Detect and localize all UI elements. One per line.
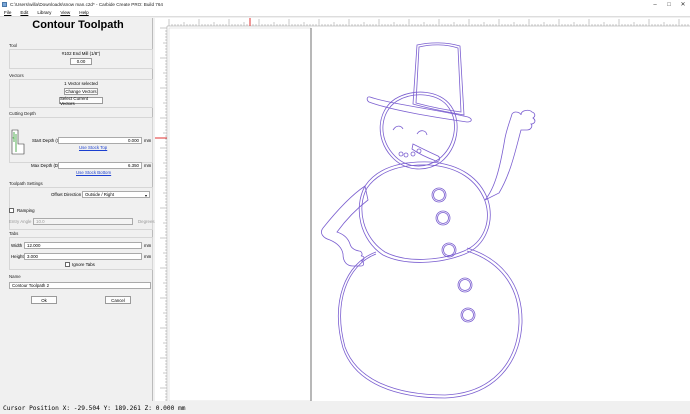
window-title: C:\Users\willa\Downloads\snow man.c2d* -… xyxy=(10,2,163,7)
tab-width-label: Width xyxy=(11,243,23,248)
use-stock-top-link[interactable]: Use Stock Top xyxy=(79,145,107,150)
horizontal-ruler xyxy=(167,18,690,27)
entry-angle-label: Entry Angle xyxy=(9,219,32,224)
contour-toolpath-panel: Contour Toolpath Tool #102 End Mill (1/8… xyxy=(3,18,155,401)
maximize-icon[interactable]: □ xyxy=(662,0,676,9)
tool-select-button[interactable]: 0.00 xyxy=(70,58,92,65)
use-stock-bottom-link[interactable]: Use Stock Bottom xyxy=(76,170,111,175)
depth-diagram-icon: S xyxy=(11,129,25,155)
tab-height-input[interactable]: 3.000 xyxy=(24,253,142,260)
entry-angle-input[interactable]: 10.0 xyxy=(33,218,133,225)
menu-edit[interactable]: Edit xyxy=(20,10,28,15)
ok-button[interactable]: Ok xyxy=(31,296,57,304)
cancel-button[interactable]: Cancel xyxy=(105,296,131,304)
ramping-checkbox[interactable] xyxy=(9,208,14,213)
ramping-label: Ramping xyxy=(17,208,35,213)
app-icon xyxy=(2,2,7,7)
change-vectors-button[interactable]: Change Vectors xyxy=(64,88,98,95)
tab-width-input[interactable]: 12.000 xyxy=(24,242,142,249)
tab-width-unit: mm xyxy=(144,243,152,248)
max-depth-input[interactable]: 6.350 xyxy=(58,162,142,169)
offset-direction-select[interactable]: Outside / Right ▾ xyxy=(82,191,150,198)
menu-help[interactable]: Help xyxy=(79,10,88,15)
vectors-section-label: Vectors xyxy=(9,73,24,78)
offset-direction-value: Outside / Right xyxy=(85,192,115,197)
offset-direction-label: Offset Direction xyxy=(51,192,82,197)
max-depth-unit: mm xyxy=(144,163,152,168)
canvas-svg[interactable] xyxy=(155,18,690,402)
ignore-tabs-checkbox[interactable] xyxy=(65,262,70,267)
toolpath-name-input[interactable]: Contour Toolpath 2 xyxy=(9,282,151,289)
cutting-depth-section-label: Cutting Depth xyxy=(9,111,36,116)
svg-text:S: S xyxy=(13,136,15,140)
close-icon[interactable]: ✕ xyxy=(676,0,690,9)
toolpath-settings-label: Toolpath Settings xyxy=(9,181,43,186)
ignore-tabs-label: Ignore Tabs xyxy=(72,262,95,267)
start-depth-input[interactable]: 0.000 xyxy=(58,137,142,144)
tool-name: #102 End Mill (1/8") xyxy=(61,51,101,56)
status-bar: Cursor Position X: -29.504 Y: 189.261 Z:… xyxy=(0,403,690,414)
tabs-section-label: Tabs xyxy=(9,231,19,236)
max-depth-label: Max Depth (D): xyxy=(31,163,61,168)
chevron-down-icon: ▾ xyxy=(144,193,147,198)
entry-angle-unit: Degrees xyxy=(138,219,155,224)
select-current-vectors-button[interactable]: Select Current Vectors xyxy=(59,96,103,106)
name-section-label: Name xyxy=(9,274,21,279)
minimize-icon[interactable]: – xyxy=(648,0,662,9)
design-canvas[interactable] xyxy=(155,18,690,402)
tool-section-label: Tool xyxy=(9,43,18,48)
menu-library[interactable]: Library xyxy=(37,10,51,15)
menu-file[interactable]: File xyxy=(4,10,11,15)
window-controls: – □ ✕ xyxy=(648,0,690,9)
title-bar: C:\Users\willa\Downloads\snow man.c2d* -… xyxy=(0,0,690,9)
panel-title: Contour Toolpath xyxy=(32,19,124,31)
tab-height-label: Height xyxy=(11,254,24,259)
menu-bar: File Edit Library View Help xyxy=(0,9,690,17)
vertical-ruler xyxy=(155,26,168,401)
start-depth-unit: mm xyxy=(144,138,152,143)
stock-boundary xyxy=(168,27,312,402)
tab-height-unit: mm xyxy=(144,254,152,259)
menu-view[interactable]: View xyxy=(60,10,70,15)
vectors-selected-text: 1 Vector selected xyxy=(64,81,98,86)
